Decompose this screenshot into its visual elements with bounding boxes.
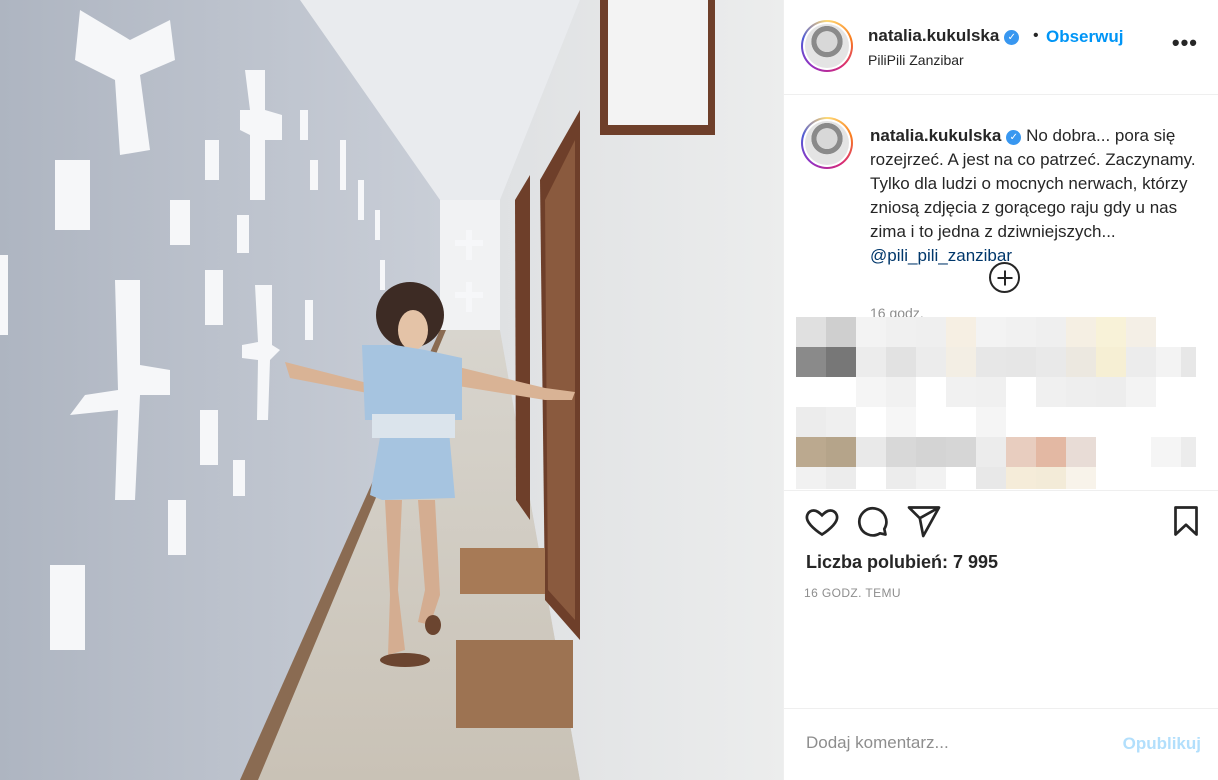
caption-avatar[interactable] [801, 117, 853, 169]
likes-count[interactable]: Liczba polubień: 7 995 [806, 552, 998, 573]
plus-circle-icon[interactable] [989, 262, 1020, 293]
more-options-icon[interactable]: ••• [1172, 30, 1198, 56]
comment-icon[interactable] [854, 503, 890, 539]
post-sidebar: natalia.kukulska ✓ • Obserwuj ••• PiliPil… [783, 0, 1218, 780]
avatar[interactable] [801, 20, 853, 72]
post-actions: Liczba polubień: 7 995 16 GODZ. TEMU [784, 490, 1218, 610]
follow-button[interactable]: Obserwuj [1046, 27, 1123, 47]
caption-verified-badge-icon: ✓ [1006, 130, 1022, 145]
comment-input[interactable] [806, 733, 1106, 753]
corridor-photo-image [0, 0, 783, 780]
post-header: natalia.kukulska ✓ • Obserwuj ••• PiliPil… [784, 0, 1218, 95]
caption-mention-link[interactable]: @pili_pili_zanzibar [870, 244, 1200, 268]
blurred-comments-area [796, 317, 1196, 489]
caption-username[interactable]: natalia.kukulska [870, 126, 1001, 145]
location-link[interactable]: PiliPili Zanzibar [868, 52, 964, 68]
bookmark-icon[interactable] [1168, 503, 1204, 539]
post-photo[interactable] [0, 0, 783, 780]
post-timestamp[interactable]: 16 GODZ. TEMU [804, 586, 901, 600]
heart-icon[interactable] [804, 503, 840, 539]
caption-text-block: natalia.kukulska ✓ No dobra... pora się r… [870, 124, 1200, 268]
separator-dot: • [1033, 27, 1039, 44]
comment-bar: Opublikuj [784, 708, 1218, 780]
username-text[interactable]: natalia.kukulska [868, 26, 999, 45]
publish-button[interactable]: Opublikuj [1123, 734, 1201, 754]
verified-badge-icon: ✓ [1004, 30, 1020, 45]
share-icon[interactable] [906, 503, 942, 539]
username-link[interactable]: natalia.kukulska ✓ [868, 26, 1020, 46]
